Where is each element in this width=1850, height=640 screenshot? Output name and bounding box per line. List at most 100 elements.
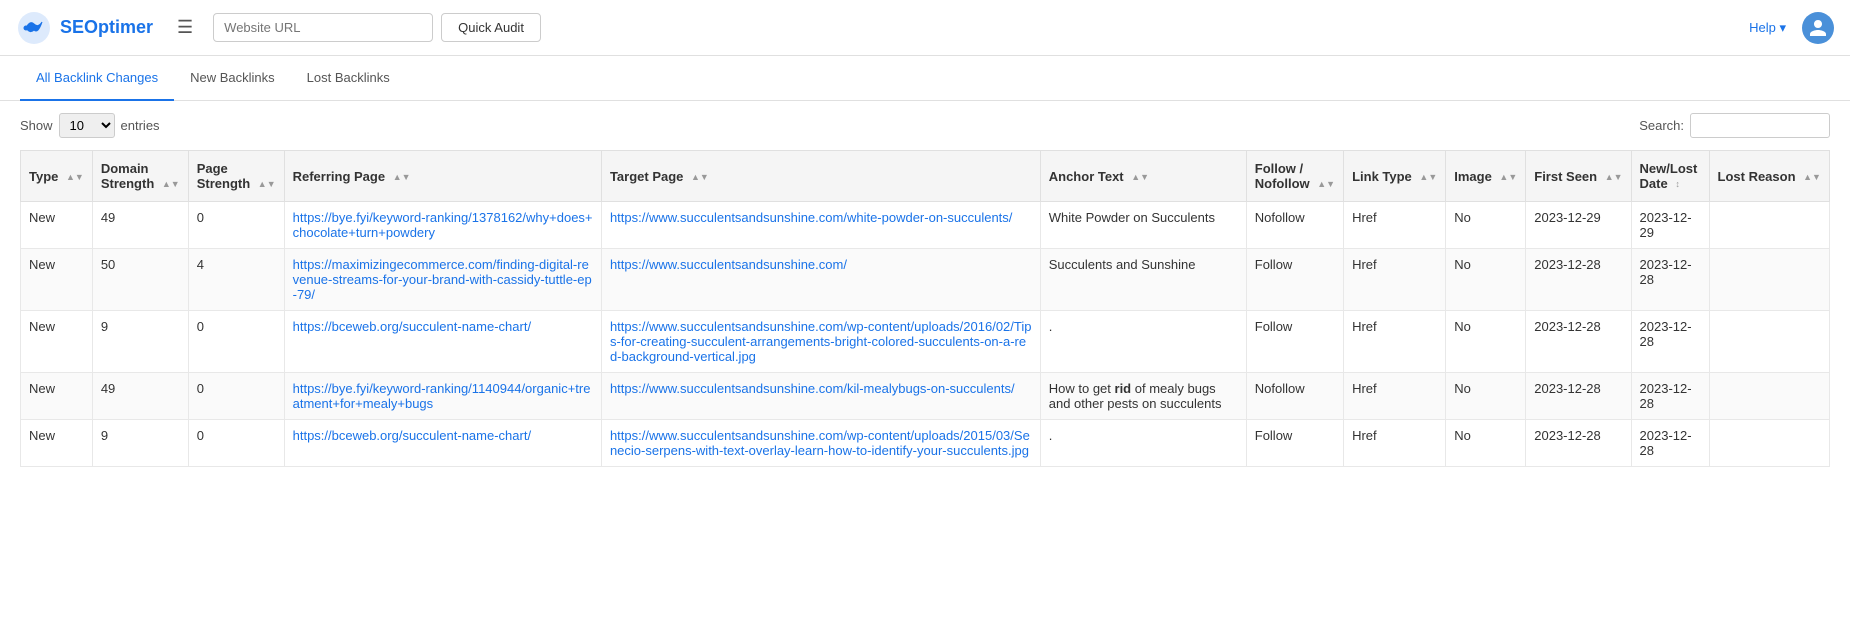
cell-follow: Follow <box>1246 311 1343 373</box>
cell-page-strength: 0 <box>188 420 284 467</box>
cell-anchor-text: . <box>1040 311 1246 373</box>
cell-image: No <box>1446 202 1526 249</box>
tab-lost-backlinks[interactable]: Lost Backlinks <box>291 56 406 101</box>
cell-anchor-text: Succulents and Sunshine <box>1040 249 1246 311</box>
cell-domain-strength: 50 <box>92 249 188 311</box>
tab-all-backlink-changes[interactable]: All Backlink Changes <box>20 56 174 101</box>
cell-new-lost-date: 2023-12-28 <box>1631 311 1709 373</box>
cell-image: No <box>1446 420 1526 467</box>
table-row: New 9 0 https://bceweb.org/succulent-nam… <box>21 420 1830 467</box>
col-type[interactable]: Type ▲▼ <box>21 151 93 202</box>
cell-first-seen: 2023-12-28 <box>1526 420 1631 467</box>
cell-type: New <box>21 249 93 311</box>
cell-link-type: Href <box>1344 420 1446 467</box>
col-first-seen[interactable]: First Seen ▲▼ <box>1526 151 1631 202</box>
tabs-bar: All Backlink Changes New Backlinks Lost … <box>0 56 1850 101</box>
cell-first-seen: 2023-12-28 <box>1526 373 1631 420</box>
logo-text: SEOptimer <box>60 17 153 38</box>
cell-link-type: Href <box>1344 311 1446 373</box>
cell-type: New <box>21 420 93 467</box>
logo-area: SEOptimer <box>16 10 153 46</box>
cell-page-strength: 0 <box>188 202 284 249</box>
cell-first-seen: 2023-12-28 <box>1526 311 1631 373</box>
cell-lost-reason <box>1709 202 1829 249</box>
col-target-page[interactable]: Target Page ▲▼ <box>601 151 1040 202</box>
cell-anchor-text: White Powder on Succulents <box>1040 202 1246 249</box>
help-button[interactable]: Help ▾ <box>1749 20 1786 36</box>
table-row: New 49 0 https://bye.fyi/keyword-ranking… <box>21 373 1830 420</box>
col-follow[interactable]: Follow /Nofollow ▲▼ <box>1246 151 1343 202</box>
cell-domain-strength: 9 <box>92 420 188 467</box>
cell-image: No <box>1446 311 1526 373</box>
table-row: New 49 0 https://bye.fyi/keyword-ranking… <box>21 202 1830 249</box>
user-avatar[interactable] <box>1802 12 1834 44</box>
cell-anchor-text: . <box>1040 420 1246 467</box>
cell-lost-reason <box>1709 249 1829 311</box>
cell-anchor-text: How to get rid of mealy bugs and other p… <box>1040 373 1246 420</box>
cell-follow: Follow <box>1246 420 1343 467</box>
col-link-type[interactable]: Link Type ▲▼ <box>1344 151 1446 202</box>
cell-first-seen: 2023-12-28 <box>1526 249 1631 311</box>
cell-target-page[interactable]: https://www.succulentsandsunshine.com/wp… <box>601 311 1040 373</box>
col-anchor-text[interactable]: Anchor Text ▲▼ <box>1040 151 1246 202</box>
table-row: New 9 0 https://bceweb.org/succulent-nam… <box>21 311 1830 373</box>
cell-page-strength: 0 <box>188 373 284 420</box>
cell-page-strength: 0 <box>188 311 284 373</box>
cell-referring-page[interactable]: https://bceweb.org/succulent-name-chart/ <box>284 311 601 373</box>
col-image[interactable]: Image ▲▼ <box>1446 151 1526 202</box>
table-wrapper: Type ▲▼ DomainStrength ▲▼ PageStrength ▲… <box>0 150 1850 467</box>
cell-lost-reason <box>1709 373 1829 420</box>
table-header: Type ▲▼ DomainStrength ▲▼ PageStrength ▲… <box>21 151 1830 202</box>
search-input[interactable] <box>1690 113 1830 138</box>
cell-type: New <box>21 202 93 249</box>
search-label: Search: <box>1639 118 1684 133</box>
cell-target-page[interactable]: https://www.succulentsandsunshine.com/ <box>601 249 1040 311</box>
logo-icon <box>16 10 52 46</box>
cell-domain-strength: 9 <box>92 311 188 373</box>
table-body: New 49 0 https://bye.fyi/keyword-ranking… <box>21 202 1830 467</box>
cell-domain-strength: 49 <box>92 373 188 420</box>
hamburger-button[interactable]: ☰ <box>169 13 201 42</box>
cell-type: New <box>21 373 93 420</box>
cell-new-lost-date: 2023-12-28 <box>1631 420 1709 467</box>
entries-label: entries <box>121 118 160 133</box>
cell-new-lost-date: 2023-12-28 <box>1631 373 1709 420</box>
cell-referring-page[interactable]: https://bceweb.org/succulent-name-chart/ <box>284 420 601 467</box>
header: SEOptimer ☰ Quick Audit Help ▾ <box>0 0 1850 56</box>
cell-image: No <box>1446 373 1526 420</box>
cell-follow: Nofollow <box>1246 373 1343 420</box>
cell-new-lost-date: 2023-12-28 <box>1631 249 1709 311</box>
cell-lost-reason <box>1709 311 1829 373</box>
cell-image: No <box>1446 249 1526 311</box>
search-area: Search: <box>1639 113 1830 138</box>
show-label: Show <box>20 118 53 133</box>
cell-referring-page[interactable]: https://maximizingecommerce.com/finding-… <box>284 249 601 311</box>
cell-referring-page[interactable]: https://bye.fyi/keyword-ranking/1378162/… <box>284 202 601 249</box>
cell-target-page[interactable]: https://www.succulentsandsunshine.com/wp… <box>601 420 1040 467</box>
cell-page-strength: 4 <box>188 249 284 311</box>
col-page-strength[interactable]: PageStrength ▲▼ <box>188 151 284 202</box>
cell-referring-page[interactable]: https://bye.fyi/keyword-ranking/1140944/… <box>284 373 601 420</box>
cell-follow: Follow <box>1246 249 1343 311</box>
cell-follow: Nofollow <box>1246 202 1343 249</box>
col-domain-strength[interactable]: DomainStrength ▲▼ <box>92 151 188 202</box>
url-input[interactable] <box>213 13 433 42</box>
cell-target-page[interactable]: https://www.succulentsandsunshine.com/ki… <box>601 373 1040 420</box>
col-lost-reason[interactable]: Lost Reason ▲▼ <box>1709 151 1829 202</box>
cell-new-lost-date: 2023-12-29 <box>1631 202 1709 249</box>
cell-first-seen: 2023-12-29 <box>1526 202 1631 249</box>
table-controls: Show 10 25 50 100 entries Search: <box>0 101 1850 150</box>
col-new-lost-date[interactable]: New/LostDate ↕ <box>1631 151 1709 202</box>
cell-target-page[interactable]: https://www.succulentsandsunshine.com/wh… <box>601 202 1040 249</box>
cell-domain-strength: 49 <box>92 202 188 249</box>
header-right: Help ▾ <box>1749 12 1834 44</box>
table-row: New 50 4 https://maximizingecommerce.com… <box>21 249 1830 311</box>
cell-link-type: Href <box>1344 249 1446 311</box>
backlinks-table: Type ▲▼ DomainStrength ▲▼ PageStrength ▲… <box>20 150 1830 467</box>
quick-audit-button[interactable]: Quick Audit <box>441 13 541 42</box>
tab-new-backlinks[interactable]: New Backlinks <box>174 56 291 101</box>
col-referring-page[interactable]: Referring Page ▲▼ <box>284 151 601 202</box>
show-entries-area: Show 10 25 50 100 entries <box>20 113 160 138</box>
entries-select[interactable]: 10 25 50 100 <box>59 113 115 138</box>
cell-lost-reason <box>1709 420 1829 467</box>
